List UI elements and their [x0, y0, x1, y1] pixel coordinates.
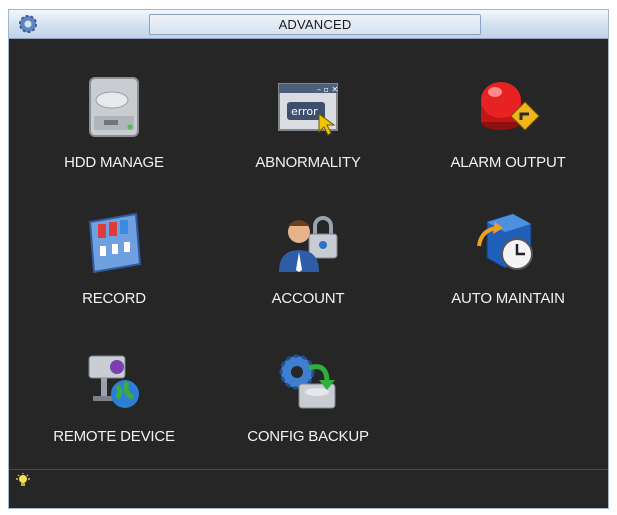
alarm-beacon-icon — [481, 82, 540, 131]
menu-item-hdd-manage[interactable]: HDD MANAGE — [19, 76, 209, 171]
menu-item-remote-device[interactable]: REMOTE DEVICE — [19, 350, 209, 445]
menu-label-remote-device: REMOTE DEVICE — [53, 428, 175, 445]
status-bar — [9, 469, 608, 508]
menu-item-record[interactable]: RECORD — [19, 212, 209, 307]
svg-text:error: error — [291, 105, 318, 118]
title-bar: ADVANCED — [9, 10, 608, 39]
advanced-window: ADVANCED HDD MANAGE – ▫ ✕ error ABNORMAL… — [8, 9, 609, 509]
record-panel-icon — [88, 212, 142, 274]
menu-label-abnormality: ABNORMALITY — [255, 154, 361, 171]
menu-label-account: ACCOUNT — [271, 290, 345, 307]
menu-item-config-backup[interactable]: CONFIG BACKUP — [213, 350, 403, 445]
settings-gear-icon — [19, 15, 37, 33]
error-window-icon: – ▫ ✕ error — [278, 83, 338, 136]
menu-label-config-backup: CONFIG BACKUP — [247, 428, 369, 445]
maintain-clock-icon — [477, 213, 533, 270]
menu-item-alarm-output[interactable]: ALARM OUTPUT — [413, 76, 603, 171]
svg-text:– ▫ ✕: – ▫ ✕ — [317, 85, 338, 94]
camera-globe-icon — [88, 355, 139, 408]
window-title: ADVANCED — [149, 14, 481, 35]
gear-backup-icon — [279, 354, 336, 409]
menu-label-alarm-output: ALARM OUTPUT — [450, 154, 566, 171]
menu-item-auto-maintain[interactable]: AUTO MAINTAIN — [413, 212, 603, 307]
menu-item-abnormality[interactable]: – ▫ ✕ error ABNORMALITY — [213, 76, 403, 171]
menu-label-hdd-manage: HDD MANAGE — [64, 154, 164, 171]
user-lock-icon — [279, 216, 338, 272]
lightbulb-icon — [16, 473, 30, 486]
menu-item-account[interactable]: ACCOUNT — [213, 212, 403, 307]
menu-label-record: RECORD — [82, 290, 146, 307]
menu-label-auto-maintain: AUTO MAINTAIN — [451, 290, 565, 307]
hdd-icon — [89, 77, 139, 137]
